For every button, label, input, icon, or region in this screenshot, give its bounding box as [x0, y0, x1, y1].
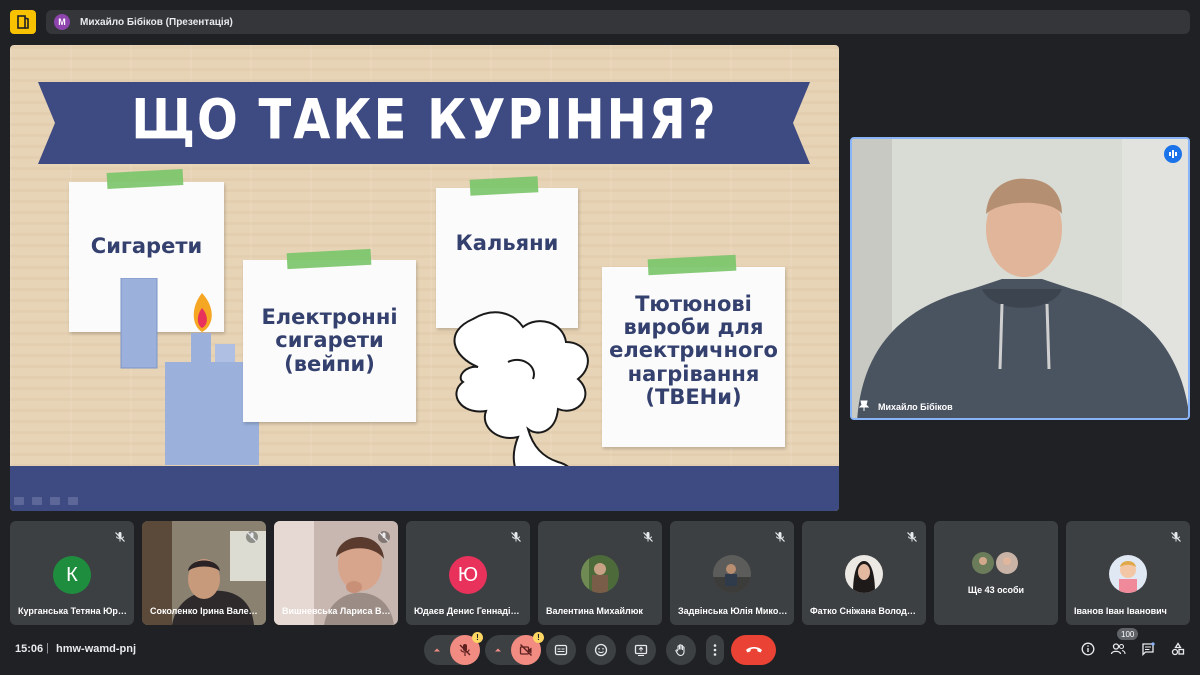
speaker-video — [852, 139, 1188, 418]
participant-avatar: К — [53, 556, 91, 594]
participant-name: Іванов Іван Іванович — [1074, 606, 1167, 616]
emoji-icon — [594, 643, 608, 657]
more-participants-tile[interactable]: Ще 43 особи — [934, 521, 1058, 625]
activities-button[interactable] — [1169, 640, 1187, 658]
participant-name: Соколенко Ірина Вале… — [150, 606, 258, 616]
warning-icon: ! — [533, 632, 544, 643]
mic-off-icon — [246, 531, 258, 543]
participant-avatar — [1109, 555, 1147, 593]
mic-off-icon — [775, 532, 785, 542]
mic-off-icon — [115, 532, 125, 542]
slide-toolbar[interactable] — [14, 497, 78, 505]
meeting-code: hmw-wamd-pnj — [56, 643, 137, 655]
info-icon — [1081, 642, 1095, 656]
mic-toggle-button[interactable]: ! — [450, 632, 483, 665]
mic-control-group: ! — [424, 632, 483, 665]
leave-call-button[interactable] — [731, 635, 776, 665]
presentation-slide: ЩО ТАКЕ КУРІННЯ? Сигарети Електронні сиг… — [10, 45, 839, 511]
chevron-up-icon — [495, 648, 501, 652]
speaking-indicator-icon — [1164, 145, 1182, 163]
pen-icon[interactable] — [32, 497, 42, 505]
more-vert-icon — [713, 644, 717, 656]
mic-off-icon — [459, 644, 471, 656]
chat-button[interactable] — [1139, 640, 1157, 658]
current-time: 15:06 — [15, 643, 44, 655]
participant-name: Фатко Сніжана Волод… — [810, 606, 916, 616]
participant-name: Юдаєв Денис Геннаді… — [414, 606, 520, 616]
camera-off-icon — [519, 644, 532, 656]
speaker-name: Михайло Бібіков — [878, 402, 953, 412]
people-icon — [1110, 643, 1126, 655]
reactions-button[interactable] — [586, 635, 616, 665]
app-logo-icon[interactable] — [10, 10, 36, 34]
mic-off-icon — [643, 532, 653, 542]
warning-icon: ! — [472, 632, 483, 643]
more-participants-label: Ще 43 особи — [967, 585, 1025, 595]
people-button[interactable] — [1109, 640, 1127, 658]
video-options-button[interactable] — [485, 635, 511, 665]
captions-button[interactable] — [546, 635, 576, 665]
participants-count-badge: 100 — [1117, 628, 1139, 640]
call-end-icon — [745, 647, 762, 653]
participant-tile[interactable]: Іванов Іван Іванович — [1066, 521, 1190, 625]
presenter-avatar: М — [54, 14, 70, 30]
participant-tile[interactable]: Фатко Сніжана Волод… — [802, 521, 926, 625]
camera-control-group: ! — [485, 632, 544, 665]
presentation-title: Михайло Бібіков (Презентація) — [80, 16, 233, 28]
participant-avatar — [713, 555, 751, 593]
activities-icon — [1171, 642, 1185, 656]
slide-card-cigarettes-text: Сигарети — [90, 234, 203, 259]
speaker-video-tile[interactable]: Михайло Бібіков — [850, 137, 1190, 420]
slide-footer-band — [10, 466, 839, 511]
participant-name: Валентина Михайлюк — [546, 606, 643, 616]
chevron-up-icon — [434, 648, 440, 652]
slide-card-hookahs-text: Кальяни — [455, 231, 559, 255]
participant-tile[interactable]: Ю Юдаєв Денис Геннаді… — [406, 521, 530, 625]
slide-card-heated-tobacco-text: Тютюнові вироби для електричного нагріва… — [609, 292, 778, 409]
separator: | — [46, 642, 49, 654]
next-slide-icon[interactable] — [68, 497, 78, 505]
slide-card-heated-tobacco: Тютюнові вироби для електричного нагріва… — [602, 267, 785, 447]
audio-options-button[interactable] — [424, 635, 450, 665]
captions-icon — [554, 644, 568, 656]
more-options-button[interactable] — [706, 635, 724, 665]
present-icon — [634, 644, 648, 656]
more-participants-avatars — [972, 552, 1018, 574]
participant-tile[interactable]: Вишневська Лариса В… — [274, 521, 398, 625]
participant-name: Задвінська Юлія Мико… — [678, 606, 788, 616]
participant-tile[interactable]: Соколенко Ірина Вале… — [142, 521, 266, 625]
participant-avatar — [581, 555, 619, 593]
chat-icon — [1142, 642, 1155, 656]
participant-avatar: Ю — [449, 556, 487, 594]
slides-grid-icon[interactable] — [50, 497, 60, 505]
participant-tile[interactable]: Задвінська Юлія Мико… — [670, 521, 794, 625]
participant-name: Вишневська Лариса В… — [282, 606, 391, 616]
hand-icon — [675, 644, 685, 657]
meeting-details-button[interactable] — [1079, 640, 1097, 658]
pin-icon[interactable] — [858, 400, 870, 412]
participant-tile[interactable]: К Курганська Тетяна Юр… — [10, 521, 134, 625]
mic-off-icon — [378, 531, 390, 543]
mic-off-icon — [1171, 532, 1181, 542]
presentation-title-bar[interactable]: М Михайло Бібіков (Презентація) — [46, 10, 1190, 34]
slide-card-e-cigarettes-text: Електронні сигарети (вейпи) — [261, 305, 398, 376]
mic-off-icon — [511, 532, 521, 542]
prev-slide-icon[interactable] — [14, 497, 24, 505]
camera-toggle-button[interactable]: ! — [511, 632, 544, 665]
mic-off-icon — [907, 532, 917, 542]
slide-title: ЩО ТАКЕ КУРІННЯ? — [131, 87, 718, 153]
participant-avatar — [845, 555, 883, 593]
raise-hand-button[interactable] — [666, 635, 696, 665]
present-screen-button[interactable] — [626, 635, 656, 665]
participant-tile[interactable]: Валентина Михайлюк — [538, 521, 662, 625]
participant-name: Курганська Тетяна Юр… — [18, 606, 127, 616]
slide-card-e-cigarettes: Електронні сигарети (вейпи) — [243, 260, 416, 422]
